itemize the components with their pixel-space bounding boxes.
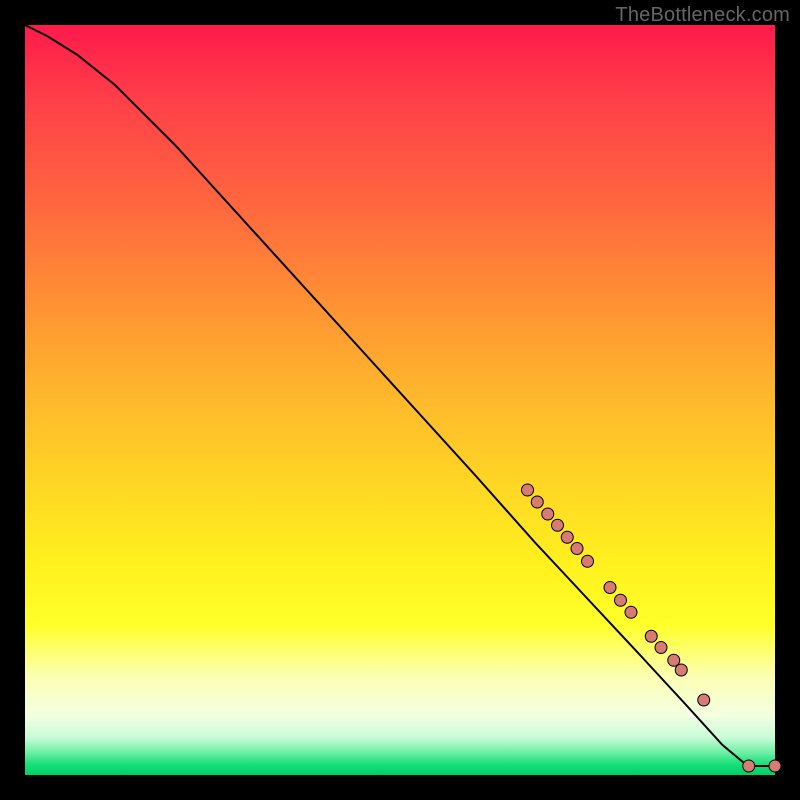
data-marker [698, 694, 710, 706]
data-marker [604, 582, 616, 594]
data-marker [582, 555, 594, 567]
data-marker [675, 664, 687, 676]
data-marker [645, 630, 657, 642]
data-marker [561, 531, 573, 543]
marker-layer [522, 484, 781, 772]
data-marker [625, 606, 637, 618]
data-marker [552, 519, 564, 531]
data-marker [571, 543, 583, 555]
data-marker [522, 484, 534, 496]
data-marker [542, 508, 554, 520]
attribution-label: TheBottleneck.com [615, 4, 790, 27]
data-marker [743, 760, 755, 772]
chart-stage: TheBottleneck.com [0, 0, 800, 800]
data-marker [655, 642, 667, 654]
chart-svg [25, 25, 775, 775]
data-marker [615, 594, 627, 606]
data-marker [769, 760, 781, 772]
plot-area [25, 25, 775, 775]
data-marker [531, 496, 543, 508]
curve-line [25, 25, 775, 766]
